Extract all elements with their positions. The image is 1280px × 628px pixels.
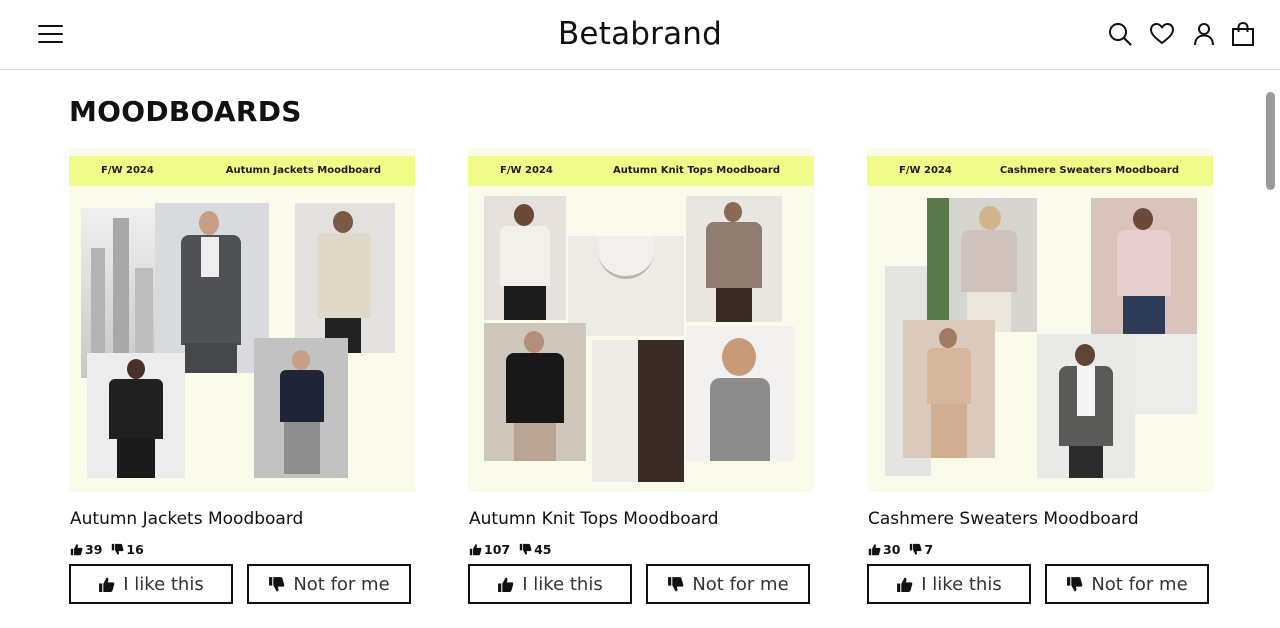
dislike-button[interactable]: Not for me	[646, 564, 810, 604]
like-button-label: I like this	[123, 573, 204, 595]
moodboard-image-title: Autumn Jackets Moodboard	[225, 165, 381, 176]
thumbs-down-icon	[1067, 576, 1083, 592]
knit-photo-4	[686, 326, 794, 461]
dislike-button-label: Not for me	[692, 573, 789, 595]
knit-photo-3	[484, 323, 586, 461]
thumbs-up-icon	[868, 543, 881, 555]
like-count: 39	[85, 541, 103, 557]
jacket-photo-2	[295, 203, 395, 353]
thumbs-up-icon	[99, 576, 115, 592]
like-button-label: I like this	[921, 573, 1002, 595]
dislike-count: 45	[534, 541, 552, 557]
card-title[interactable]: Autumn Knit Tops Moodboard	[469, 509, 719, 529]
thumbs-down-icon	[269, 576, 285, 592]
thumbs-down-icon	[910, 543, 922, 555]
thumbs-up-icon	[469, 543, 482, 555]
card-title[interactable]: Autumn Jackets Moodboard	[70, 509, 303, 529]
cashmere-photo-4	[1037, 334, 1135, 478]
knit-detail-photo	[568, 236, 684, 336]
vote-counts: 39 16	[70, 541, 153, 557]
moodboard-image[interactable]: F/W 2024 Autumn Knit Tops Moodboard	[468, 148, 814, 492]
moodboard-image[interactable]: F/W 2024 Cashmere Sweaters Moodboard	[867, 148, 1213, 492]
bag-icon[interactable]	[1230, 21, 1256, 47]
dislike-button-label: Not for me	[293, 573, 390, 595]
brand-logo[interactable]: Betabrand	[0, 14, 1280, 54]
season-label: F/W 2024	[500, 165, 553, 176]
page-title: MOODBOARDS	[69, 95, 302, 128]
cashmere-photo-1	[927, 198, 1037, 332]
vote-counts: 107 45	[469, 541, 561, 557]
moodboard-card: F/W 2024 Autumn Knit Tops Moodboard Autu…	[468, 148, 814, 604]
moodboard-image-title: Cashmere Sweaters Moodboard	[999, 165, 1179, 176]
dislike-count: 16	[126, 541, 144, 557]
season-label: F/W 2024	[899, 165, 952, 176]
cashmere-photo-3	[903, 320, 995, 458]
like-button-label: I like this	[522, 573, 603, 595]
jacket-photo-3	[87, 353, 185, 478]
cashmere-photo-2	[1091, 198, 1197, 334]
moodboard-image[interactable]: F/W 2024 Autumn Jackets Moodboard	[69, 148, 415, 492]
jacket-photo-1	[155, 203, 269, 373]
thumbs-up-icon	[498, 576, 514, 592]
moodboard-card: F/W 2024 Cashmere Sweaters Moodboard Cas…	[867, 148, 1213, 604]
like-button[interactable]: I like this	[69, 564, 233, 604]
dislike-button-label: Not for me	[1091, 573, 1188, 595]
search-icon[interactable]	[1107, 21, 1133, 47]
vote-counts: 30 7	[868, 541, 942, 557]
thumbs-down-icon	[112, 543, 124, 555]
moodboard-band: F/W 2024 Autumn Jackets Moodboard	[69, 156, 415, 186]
user-icon[interactable]	[1191, 21, 1217, 47]
scrollbar[interactable]	[1266, 92, 1275, 190]
site-header: Betabrand	[0, 0, 1280, 70]
moodboard-band: F/W 2024 Cashmere Sweaters Moodboard	[867, 156, 1213, 186]
thumbs-up-icon	[70, 543, 83, 555]
texture-photo-2	[1135, 334, 1197, 414]
like-count: 30	[883, 541, 901, 557]
knit-photo-1	[484, 196, 566, 320]
like-button[interactable]: I like this	[867, 564, 1031, 604]
dislike-count: 7	[924, 541, 934, 557]
knit-detail-photo-2	[592, 340, 684, 482]
moodboard-card: F/W 2024 Autumn Jackets Moodboard Autumn…	[69, 148, 415, 604]
like-button[interactable]: I like this	[468, 564, 632, 604]
heart-icon[interactable]	[1149, 21, 1175, 47]
thumbs-down-icon	[668, 576, 684, 592]
thumbs-up-icon	[897, 576, 913, 592]
season-label: F/W 2024	[101, 165, 154, 176]
dislike-button[interactable]: Not for me	[1045, 564, 1209, 604]
jacket-photo-4	[254, 338, 348, 478]
thumbs-down-icon	[519, 543, 532, 555]
like-count: 107	[484, 541, 511, 557]
knit-photo-2	[686, 196, 782, 322]
moodboard-image-title: Autumn Knit Tops Moodboard	[612, 165, 780, 176]
dislike-button[interactable]: Not for me	[247, 564, 411, 604]
moodboard-band: F/W 2024 Autumn Knit Tops Moodboard	[468, 156, 814, 186]
card-title[interactable]: Cashmere Sweaters Moodboard	[868, 509, 1139, 529]
